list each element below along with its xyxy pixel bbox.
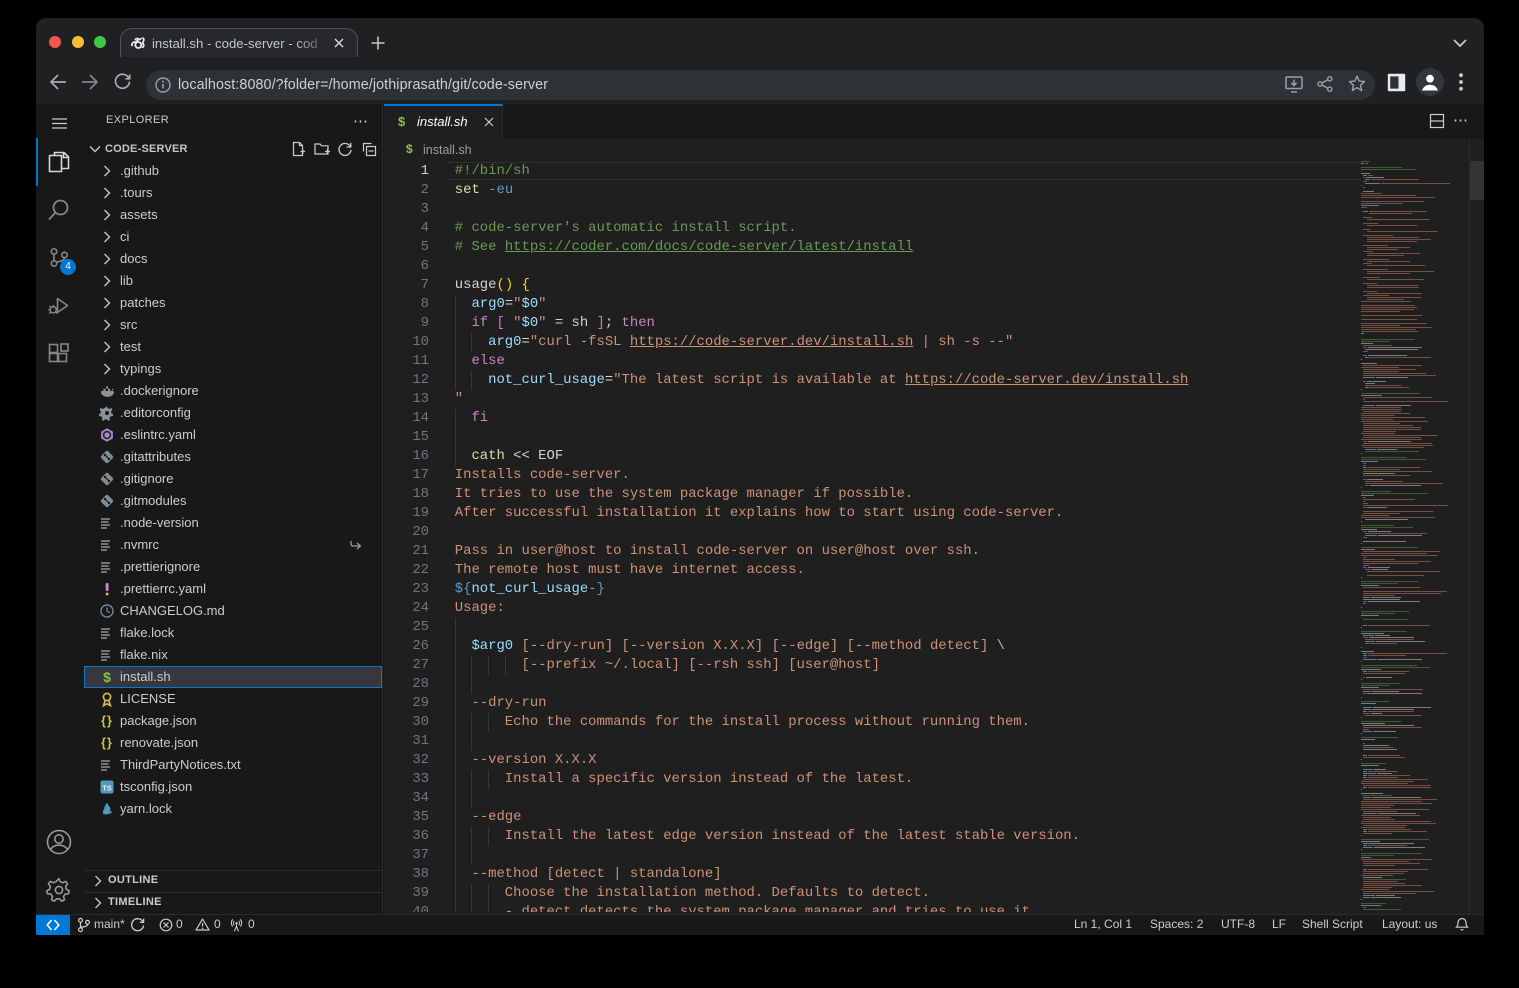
- svg-text:TS: TS: [102, 784, 112, 793]
